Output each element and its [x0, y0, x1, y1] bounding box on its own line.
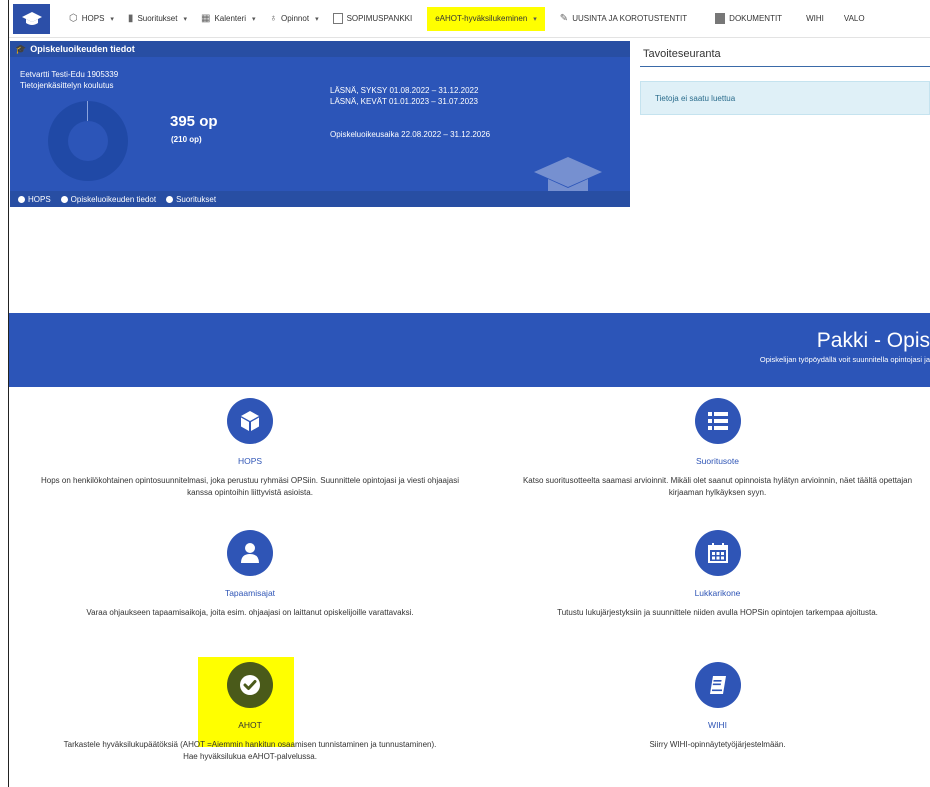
tile-lukkarikone[interactable]: Lukkarikone Tutustu lukujärjestyksiin ja… [505, 530, 930, 619]
file-icon [715, 13, 726, 24]
nav-hops-label: HOPS [81, 14, 105, 23]
list-icon [694, 398, 741, 444]
study-right-card: 🎓 Opiskeluoikeuden tiedot Eetvartti Test… [10, 41, 630, 207]
nav-opinnot[interactable]: ♁ Opinnot ▾ [263, 7, 326, 31]
tile-suoritusote-desc: Katso suoritusotteelta saamasi arvioinni… [522, 476, 913, 497]
link-study-right-details[interactable]: Opiskeluoikeuden tiedot [60, 194, 157, 204]
tile-suoritusote[interactable]: Suoritusote Katso suoritusotteelta saama… [505, 398, 930, 499]
tile-tapaamisajat-title: Tapaamisajat [224, 588, 276, 598]
nav-eahot-label: eAHOT-hyväksilukeminen [435, 14, 528, 23]
nav-dokumentit-label: DOKUMENTIT [729, 14, 783, 23]
graduation-cap-icon [21, 11, 42, 25]
nav-wihi-label: WIHI [806, 14, 824, 23]
nav-suoritukset[interactable]: ▮ Suoritukset ▾ [121, 7, 194, 31]
tile-tapaamisajat-desc: Varaa ohjaukseen tapaamisaikoja, joita e… [86, 608, 414, 617]
bar-chart-icon: ▮ [127, 13, 134, 24]
caret-down-icon: ▾ [533, 15, 537, 23]
credits-required: (210 op) [171, 135, 202, 144]
tile-suoritusote-title: Suoritusote [696, 456, 739, 466]
period-autumn: LÄSNÄ, SYKSY 01.08.2022 – 31.12.2022 [330, 86, 479, 95]
student-name: Eetvartti Testi-Edu 1905339 [20, 70, 119, 79]
tile-ahot-desc: Tarkastele hyväksilukupäätöksiä (AHOT =A… [20, 739, 480, 763]
link-suoritukset[interactable]: Suoritukset [166, 195, 216, 204]
credits-total: 395 op [170, 113, 218, 130]
nav-kalenteri-label: Kalenteri [214, 14, 247, 23]
home-logo[interactable] [13, 3, 50, 34]
study-card-links: HOPS Opiskeluoikeuden tiedot Suoritukset [10, 191, 630, 207]
graduation-cap-icon: 🎓 [15, 43, 27, 54]
tile-wihi[interactable]: WIHI Siirry WIHI-opinnäytetyöjärjestelmä… [505, 662, 930, 751]
tile-wihi-desc: Siirry WIHI-opinnäytetyöjärjestelmään. [649, 740, 786, 749]
tile-hops-desc: Hops on henkilökohtainen opintosuunnitel… [40, 476, 460, 497]
nav-valo-label: VALO [843, 14, 865, 23]
tile-ahot-title: AHOT [238, 720, 262, 730]
caret-down-icon: ▾ [110, 15, 114, 23]
tile-lukkarikone-title: Lukkarikone [694, 588, 741, 598]
donut-marker [87, 101, 88, 121]
cube-icon [227, 398, 273, 444]
cube-icon: ⬡ [69, 13, 78, 24]
link-hops[interactable]: HOPS [18, 195, 51, 204]
tile-tapaamisajat[interactable]: Tapaamisajat Varaa ohjaukseen tapaamisai… [20, 530, 480, 619]
arrow-circle-icon [18, 195, 25, 203]
nav-kalenteri[interactable]: ▦ Kalenteri ▾ [194, 7, 263, 31]
tile-hops-title: HOPS [237, 456, 263, 466]
link-hops-label: HOPS [28, 194, 51, 204]
goal-tracking-panel: Tavoiteseuranta Tietoja ei saatu luettua [640, 45, 930, 205]
nav-uusinta[interactable]: ✎ UUSINTA JA KOROTUSTENTIT [553, 7, 694, 31]
credits-donut-chart [48, 101, 128, 181]
nav-wihi[interactable]: WIHI [799, 7, 831, 31]
banner-title: Pakki - Opis [816, 329, 930, 352]
nav-hops[interactable]: ⬡ HOPS ▾ [62, 7, 121, 31]
lightbulb-icon: ♁ [269, 13, 278, 24]
study-right-duration: Opiskeluoikeusaika 22.08.2022 – 31.12.20… [330, 130, 491, 139]
goal-tracking-info: Tietoja ei saatu luettua [640, 81, 930, 115]
link-study-right-label: Opiskeluoikeuden tiedot [70, 194, 157, 204]
calendar-icon [694, 530, 741, 576]
enrolment-periods: LÄSNÄ, SYKSY 01.08.2022 – 31.12.2022 LÄS… [330, 85, 478, 107]
tile-lukkarikone-desc: Tutustu lukujärjestyksiin ja suunnittele… [557, 608, 878, 617]
nav-suoritukset-label: Suoritukset [137, 14, 178, 23]
tile-ahot-desc-line1: Tarkastele hyväksilukupäätöksiä (AHOT =A… [63, 740, 437, 749]
nav-opinnot-label: Opinnot [281, 14, 310, 23]
arrow-circle-icon [166, 195, 174, 203]
programme-name: Tietojenkäsittelyn koulutus [20, 81, 114, 90]
caret-down-icon: ▾ [183, 15, 187, 23]
arrow-circle-icon [60, 195, 68, 203]
nav-sopimuspankki-label: SOPIMUSPANKKI [346, 14, 413, 23]
study-card-title: Opiskeluoikeuden tiedot [30, 44, 135, 54]
calendar-icon: ▦ [200, 13, 211, 24]
document-icon [332, 13, 343, 24]
caret-down-icon: ▾ [252, 15, 256, 23]
tile-hops[interactable]: HOPS Hops on henkilökohtainen opintosuun… [20, 398, 480, 499]
student-info: Eetvartti Testi-Edu 1905339 Tietojenkäsi… [20, 69, 118, 91]
tile-ahot-desc-line2: Hae hyväksilukua eAHOT-palvelussa. [183, 752, 317, 761]
top-navigation: ⬡ HOPS ▾ ▮ Suoritukset ▾ ▦ Kalenteri ▾ ♁… [9, 0, 930, 38]
pakki-banner: Pakki - Opis Opiskelijan työpöydällä voi… [9, 313, 930, 387]
nav-valo[interactable]: VALO [837, 7, 872, 31]
nav-eahot[interactable]: eAHOT-hyväksilukeminen ▾ [427, 6, 545, 31]
period-spring: LÄSNÄ, KEVÄT 01.01.2023 – 31.07.2023 [330, 97, 478, 106]
banner-subtitle: Opiskelijan työpöydällä voit suunnitella… [759, 355, 930, 364]
study-card-header: 🎓 Opiskeluoikeuden tiedot [10, 41, 630, 57]
nav-sopimuspankki[interactable]: SOPIMUSPANKKI [326, 7, 420, 31]
link-suoritukset-label: Suoritukset [176, 194, 217, 204]
edit-icon: ✎ [559, 13, 569, 24]
nav-dokumentit[interactable]: DOKUMENTIT [708, 7, 789, 31]
tile-wihi-title: WIHI [708, 720, 727, 730]
user-icon [227, 530, 273, 576]
book-icon [694, 662, 741, 708]
nav-uusinta-label: UUSINTA JA KOROTUSTENTIT [572, 14, 688, 23]
tile-ahot[interactable]: AHOT Tarkastele hyväksilukupäätöksiä (AH… [20, 662, 480, 763]
check-icon [227, 662, 273, 708]
caret-down-icon: ▾ [315, 15, 319, 23]
goal-tracking-title: Tavoiteseuranta [640, 45, 930, 67]
